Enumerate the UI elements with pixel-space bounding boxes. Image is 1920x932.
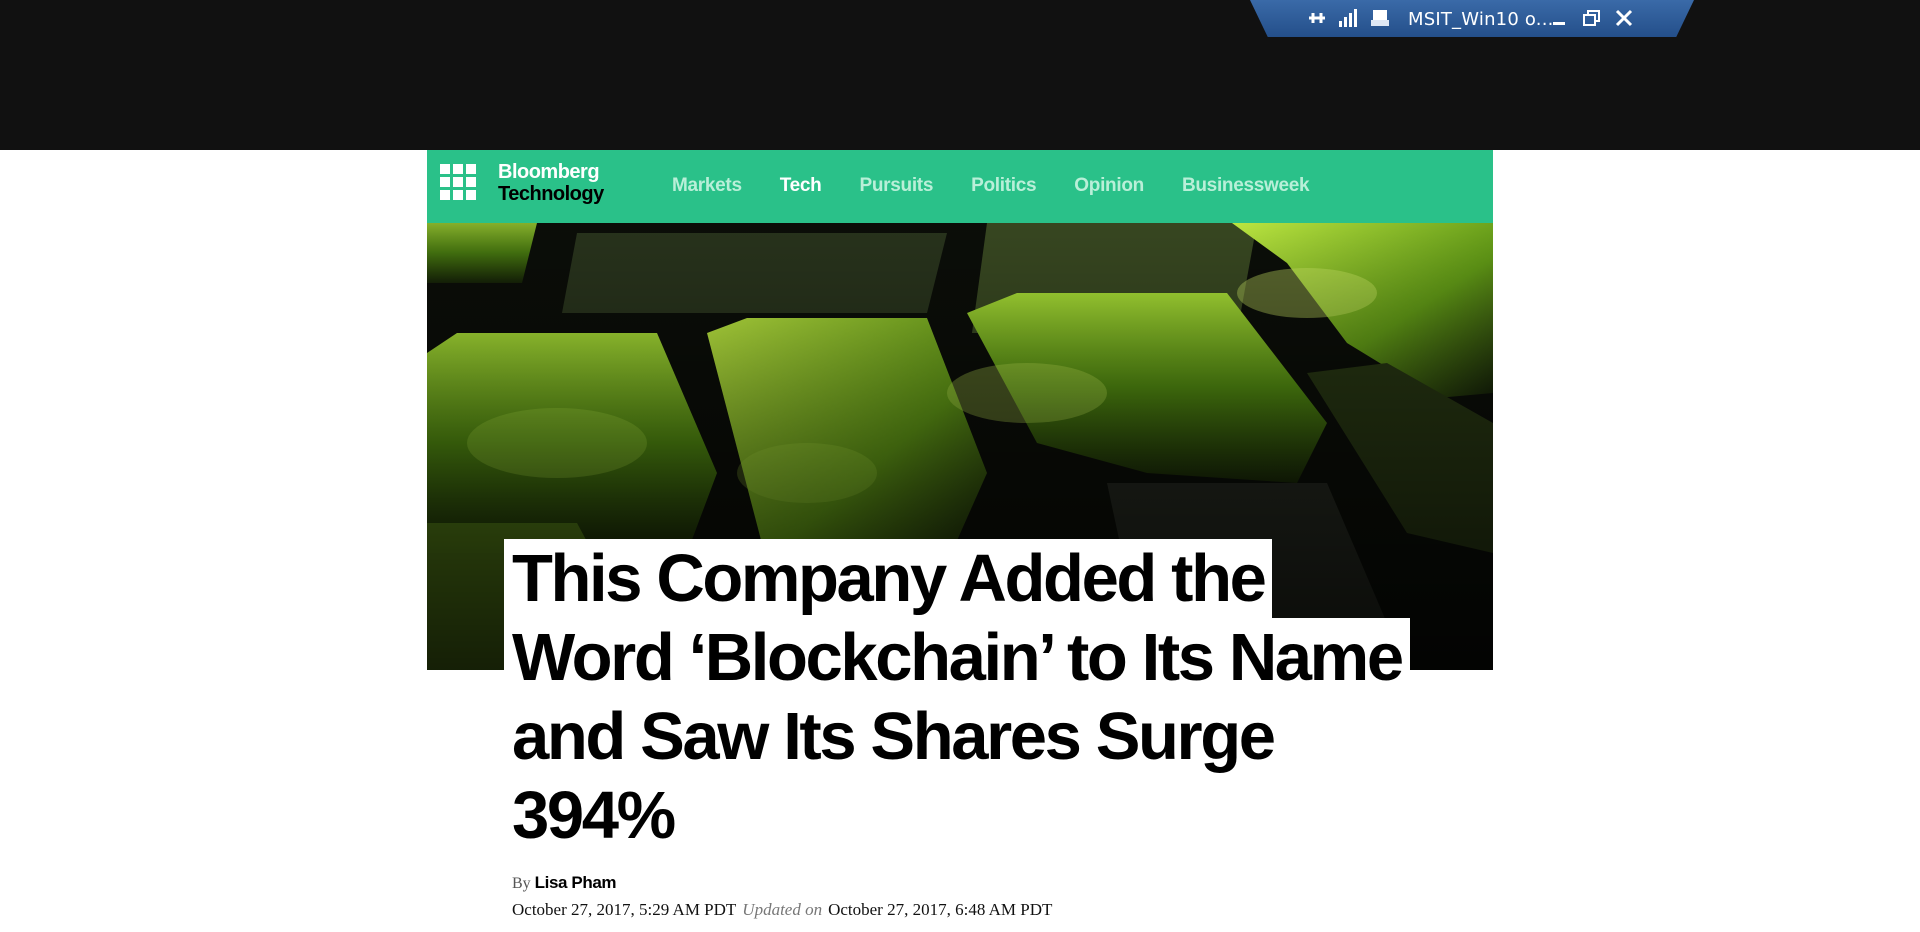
nav-menu: Markets Tech Pursuits Politics Opinion B… <box>672 175 1347 197</box>
headline-line: This Company Added the <box>504 539 1273 618</box>
updated-date: October 27, 2017, 6:48 AM PDT <box>828 900 1053 919</box>
byline: By Lisa Pham <box>512 873 617 893</box>
site-navbar: Bloomberg Technology Markets Tech Pursui… <box>427 150 1493 223</box>
signal-icon[interactable] <box>1338 9 1358 27</box>
headline-block: This Company Added the Word ‘Blockchain’… <box>504 539 1464 855</box>
close-icon[interactable] <box>1613 7 1635 29</box>
brand-line-bloomberg: Bloomberg <box>498 161 600 183</box>
headline-line: Word ‘Blockchain’ to Its Name <box>504 618 1410 697</box>
byline-label: By <box>512 875 531 892</box>
nav-item-tech[interactable]: Tech <box>780 175 822 197</box>
article-headline: This Company Added the Word ‘Blockchain’… <box>504 539 1464 855</box>
updated-label: Updated on <box>742 900 823 919</box>
restore-icon[interactable] <box>1580 7 1602 29</box>
nav-item-opinion[interactable]: Opinion <box>1074 175 1144 197</box>
author-link[interactable]: Lisa Pham <box>535 873 617 892</box>
remote-desktop-bar: MSIT_Win10 o... <box>1250 0 1694 37</box>
headline-line: 394% <box>504 776 682 855</box>
brand-line-technology: Technology <box>498 183 604 205</box>
apps-grid-icon[interactable] <box>440 164 476 200</box>
headline-line: and Saw Its Shares Surge <box>504 697 1282 776</box>
nav-item-markets[interactable]: Markets <box>672 175 742 197</box>
published-date: October 27, 2017, 5:29 AM PDT <box>512 900 737 919</box>
minimize-icon[interactable] <box>1548 7 1570 29</box>
pin-icon[interactable] <box>1307 8 1327 28</box>
device-icon[interactable] <box>1370 8 1390 28</box>
nav-item-politics[interactable]: Politics <box>971 175 1036 197</box>
remote-session-title: MSIT_Win10 o... <box>1408 9 1554 30</box>
brand-logo[interactable]: Bloomberg Technology <box>498 161 604 205</box>
nav-item-pursuits[interactable]: Pursuits <box>859 175 933 197</box>
nav-item-businessweek[interactable]: Businessweek <box>1182 175 1310 197</box>
article-dates: October 27, 2017, 5:29 AM PDT Updated on O… <box>512 900 1052 920</box>
